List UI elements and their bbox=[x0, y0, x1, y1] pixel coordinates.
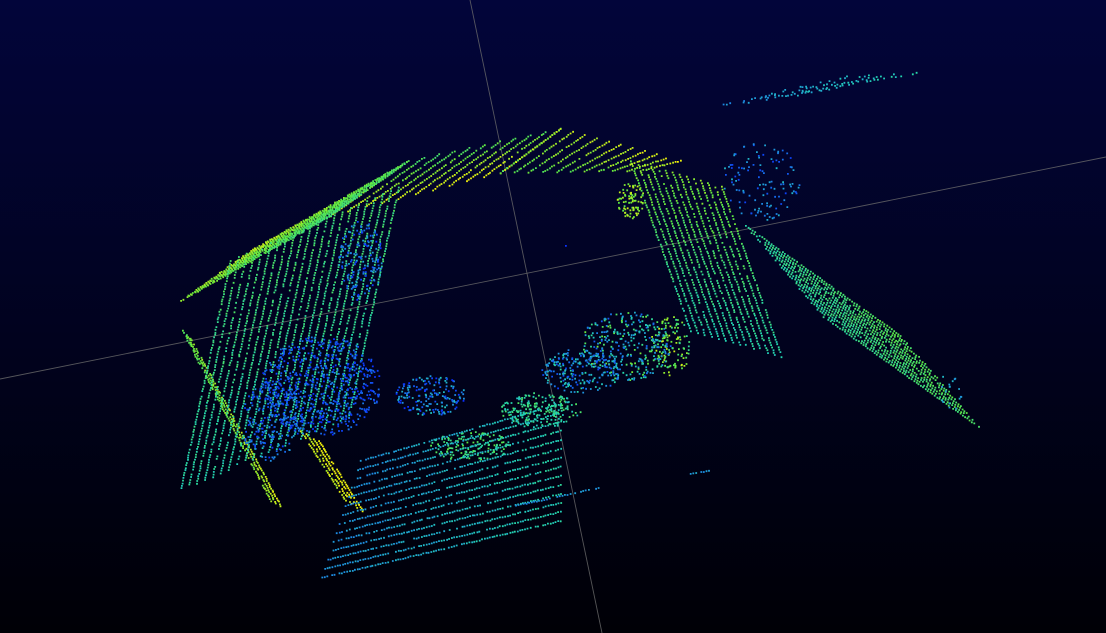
point-cloud-points bbox=[327, 455, 330, 458]
point-cloud-points bbox=[309, 361, 312, 364]
point-cloud-points bbox=[624, 200, 627, 203]
point-cloud-points bbox=[411, 188, 413, 191]
point-cloud-points bbox=[231, 319, 234, 321]
point-cloud-points bbox=[392, 458, 394, 461]
point-cloud-points bbox=[256, 435, 258, 438]
point-cloud-points bbox=[462, 447, 465, 449]
point-cloud-points bbox=[326, 207, 328, 209]
point-cloud-points bbox=[582, 353, 585, 356]
point-cloud-points bbox=[377, 260, 379, 263]
point-cloud-points bbox=[352, 199, 354, 201]
point-cloud-points bbox=[475, 496, 478, 499]
point-cloud-points bbox=[482, 434, 485, 436]
point-cloud-points bbox=[415, 537, 418, 540]
point-cloud-points bbox=[557, 152, 559, 155]
point-cloud-points bbox=[268, 484, 271, 486]
viewer-background bbox=[0, 0, 1106, 633]
point-cloud-points bbox=[232, 417, 235, 420]
point-cloud-points bbox=[316, 450, 319, 453]
point-cloud-points bbox=[519, 409, 522, 412]
point-cloud-points bbox=[508, 165, 511, 168]
point-cloud-points bbox=[516, 151, 519, 154]
point-cloud-points bbox=[285, 392, 288, 395]
point-cloud-points bbox=[455, 179, 457, 182]
point-cloud-points bbox=[341, 483, 344, 486]
point-cloud-points bbox=[211, 347, 213, 349]
point-cloud-points bbox=[644, 150, 646, 152]
point-cloud-points bbox=[352, 502, 354, 505]
point-cloud-viewport[interactable] bbox=[0, 0, 1106, 633]
point-cloud-points bbox=[879, 320, 881, 322]
point-cloud-points bbox=[446, 178, 449, 181]
point-cloud-points bbox=[298, 222, 301, 225]
point-cloud-canvas[interactable] bbox=[0, 0, 1106, 633]
point-cloud-points bbox=[223, 273, 225, 276]
